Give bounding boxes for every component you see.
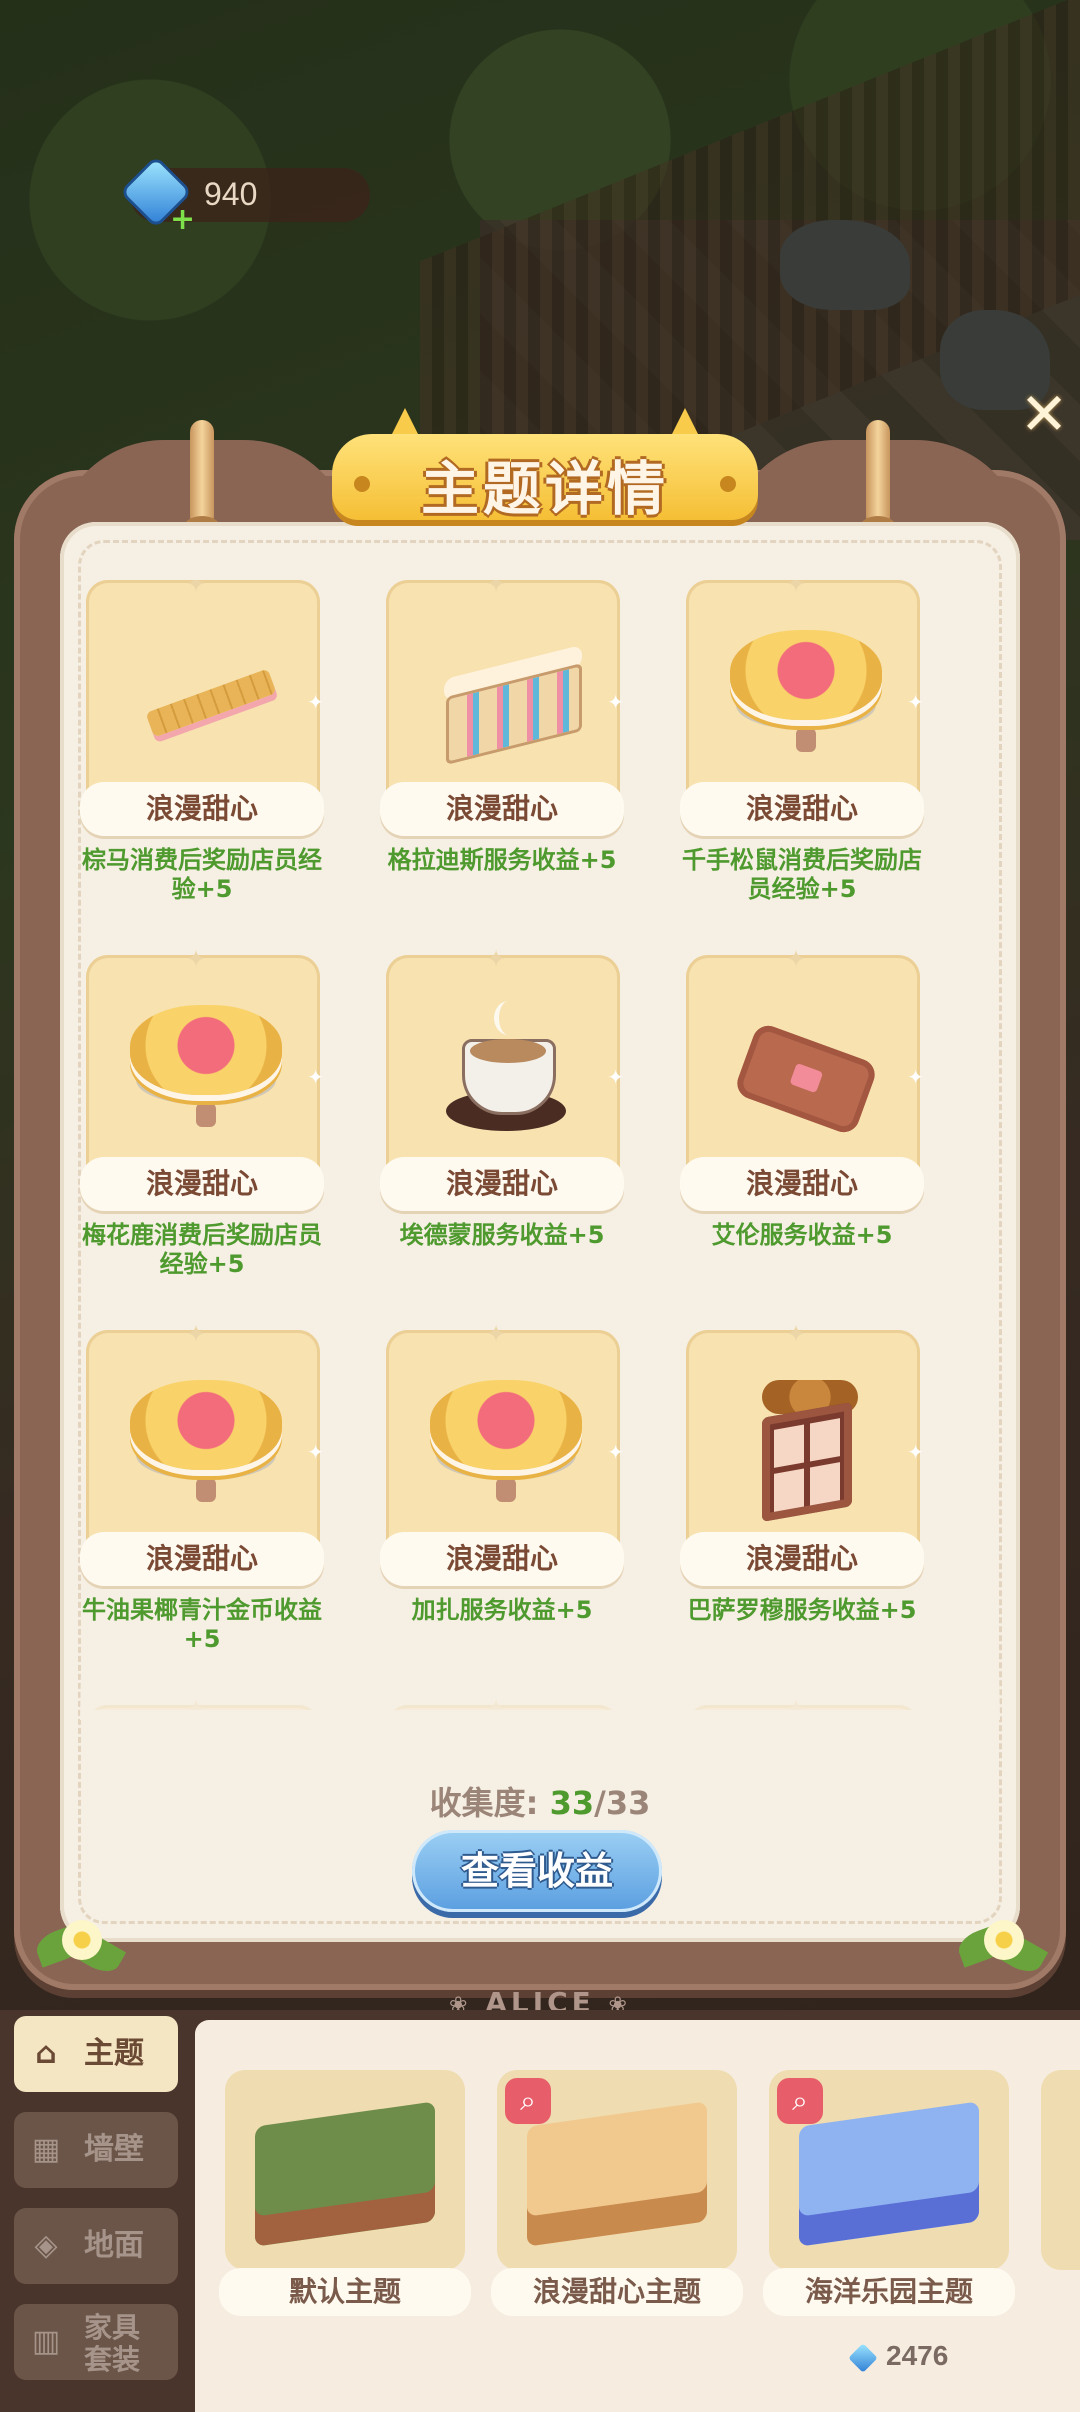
tab-wall[interactable]: ▦ 墙壁 (14, 2112, 178, 2188)
tab-label: 墙壁 (84, 2132, 144, 2167)
coffee-cup-icon (426, 995, 586, 1145)
item-bonus-text: 格拉迪斯服务收益+5 (387, 846, 617, 874)
theme-name: 浪漫甜心主题 (491, 2268, 743, 2316)
theme-item[interactable]: ✦ ✦ 浪漫甜心 棕马消费后奖励店员经验+5 (80, 580, 336, 940)
tab-theme[interactable]: ⌂ 主题 (14, 2016, 178, 2092)
theme-item-grid[interactable]: ✦ ✦ 浪漫甜心 棕马消费后奖励店员经验+5 ✦ ✦ 浪漫甜心 格拉迪斯服务收益+5… (80, 580, 980, 1710)
category-tabs: ⌂ 主题 ▦ 墙壁 ◈ 地面 ▥ 家具 套装 (0, 2010, 195, 2412)
theme-item[interactable]: ✦ ✦ 浪漫甜心 格拉迪斯服务收益+5 (380, 580, 636, 940)
cookie-bar-icon (126, 620, 286, 770)
biscuit-rug-icon (726, 995, 886, 1145)
dialog-title: 主题详情 (420, 455, 669, 523)
grid-scroll-fade (80, 1670, 1000, 1720)
item-set-label: 浪漫甜心 (80, 1532, 324, 1586)
gem-counter[interactable]: + 940 (123, 159, 370, 237)
item-bonus-text: 加扎服务收益+5 (411, 1596, 593, 1624)
collection-current: 33 (549, 1784, 595, 1822)
item-bonus-text: 巴萨罗穆服务收益+5 (687, 1596, 917, 1624)
item-set-label: 浪漫甜心 (680, 1157, 924, 1211)
item-bonus-text: 棕马消费后奖励店员经验+5 (82, 846, 322, 903)
theme-thumbnail: ⌕ (769, 2070, 1009, 2270)
theme-name: 海洋乐园主题 (763, 2268, 1015, 2316)
theme-name: 默认主题 (219, 2268, 471, 2316)
theme-card-default[interactable]: 默认主题 (219, 2070, 471, 2330)
item-bonus-text: 梅花鹿消费后奖励店员经验+5 (82, 1221, 322, 1278)
item-bonus-text: 千手松鼠消费后奖励店员经验+5 (682, 846, 922, 903)
item-card: ✦ ✦ (86, 580, 324, 816)
floor-tiles-icon: ◈ (34, 2228, 58, 2263)
view-earnings-button[interactable]: 查看收益 (412, 1830, 662, 1912)
theme-item[interactable]: ✦ ✦ 浪漫甜心 埃德蒙服务收益+5 (380, 945, 636, 1315)
furniture-set-icon: ▥ (31, 2324, 61, 2359)
theme-details-dialog: 主题详情 ✦ ✦ 浪漫甜心 棕马消费后奖励店员经验+5 ✦ ✦ 浪漫甜心 格拉迪斯服… (14, 408, 1066, 2030)
title-banner: 主题详情 (332, 408, 758, 528)
item-set-label: 浪漫甜心 (680, 1532, 924, 1586)
home-icon: ⌂ (35, 2036, 57, 2071)
item-card: ✦ ✦ (686, 945, 924, 1191)
item-card: ✦ ✦ (386, 945, 624, 1191)
dessert-shelf-icon (426, 620, 586, 770)
item-card: ✦ ✦ (686, 580, 924, 816)
leaf-flower-decoration-right (954, 1910, 1049, 1980)
item-set-label: 浪漫甜心 (380, 1532, 624, 1586)
theme-thumbnail: ⌕ (497, 2070, 737, 2270)
theme-item[interactable]: ✦ ✦ 浪漫甜心 牛油果椰青汁金币收益+5 (80, 1320, 336, 1690)
collection-progress: 收集度: 33/33 (14, 1778, 1066, 1824)
item-card: ✦ ✦ (686, 1320, 924, 1566)
flower-cookie-table-icon (126, 1370, 286, 1520)
tab-floor[interactable]: ◈ 地面 (14, 2208, 178, 2284)
tab-label: 家具 套装 (84, 2311, 141, 2376)
item-bonus-text: 牛油果椰青汁金币收益+5 (82, 1596, 322, 1653)
pin-right (860, 420, 896, 538)
item-card: ✦ ✦ (86, 1320, 324, 1566)
item-set-label: 浪漫甜心 (680, 782, 924, 836)
theme-item[interactable]: ✦ ✦ 浪漫甜心 千手松鼠消费后奖励店员经验+5 (680, 580, 936, 940)
brick-wall-icon: ▦ (31, 2132, 61, 2167)
search-icon[interactable]: ⌕ (777, 2078, 823, 2124)
gem-icon (848, 2342, 878, 2373)
theme-item[interactable]: ✦ ✦ 浪漫甜心 梅花鹿消费后奖励店员经验+5 (80, 945, 336, 1315)
item-card: ✦ ✦ (386, 580, 624, 816)
add-gems-icon[interactable]: + (170, 202, 195, 237)
item-set-label: 浪漫甜心 (380, 782, 624, 836)
item-set-label: 浪漫甜心 (380, 1157, 624, 1211)
flower-cookie-table-icon (426, 1370, 586, 1520)
tab-label: 主题 (84, 2036, 144, 2071)
item-bonus-text: 艾伦服务收益+5 (711, 1221, 893, 1249)
collection-total: /33 (594, 1784, 651, 1822)
theme-item[interactable]: ✦ ✦ 浪漫甜心 巴萨罗穆服务收益+5 (680, 1320, 936, 1690)
item-bonus-text: 埃德蒙服务收益+5 (399, 1221, 605, 1249)
theme-card-partial[interactable] (1041, 2070, 1080, 2330)
tab-furniture-set[interactable]: ▥ 家具 套装 (14, 2304, 178, 2380)
collection-label: 收集度: (429, 1784, 539, 1822)
leaf-flower-decoration-left (32, 1910, 127, 1980)
flower-cookie-table-icon (126, 995, 286, 1145)
search-icon[interactable]: ⌕ (505, 2078, 551, 2124)
theme-card-ocean-park[interactable]: ⌕ 海洋乐园主题 (763, 2070, 1015, 2330)
theme-price: 2476 (848, 2340, 948, 2373)
arched-window-icon (726, 1370, 886, 1522)
close-button[interactable]: ✕ (1016, 385, 1072, 443)
item-card: ✦ ✦ (386, 1320, 624, 1566)
theme-item[interactable]: ✦ ✦ 浪漫甜心 艾伦服务收益+5 (680, 945, 936, 1315)
flower-cookie-table-icon (726, 620, 886, 770)
theme-thumbnail (225, 2070, 465, 2270)
item-set-label: 浪漫甜心 (80, 782, 324, 836)
theme-item[interactable]: ✦ ✦ 浪漫甜心 加扎服务收益+5 (380, 1320, 636, 1690)
pin-left (184, 420, 220, 538)
tab-label: 地面 (84, 2228, 144, 2263)
gem-count: 940 (204, 176, 258, 212)
item-card: ✦ ✦ (86, 945, 324, 1191)
theme-card-romantic-sweetheart[interactable]: ⌕ 浪漫甜心主题 (491, 2070, 743, 2330)
item-set-label: 浪漫甜心 (80, 1157, 324, 1211)
